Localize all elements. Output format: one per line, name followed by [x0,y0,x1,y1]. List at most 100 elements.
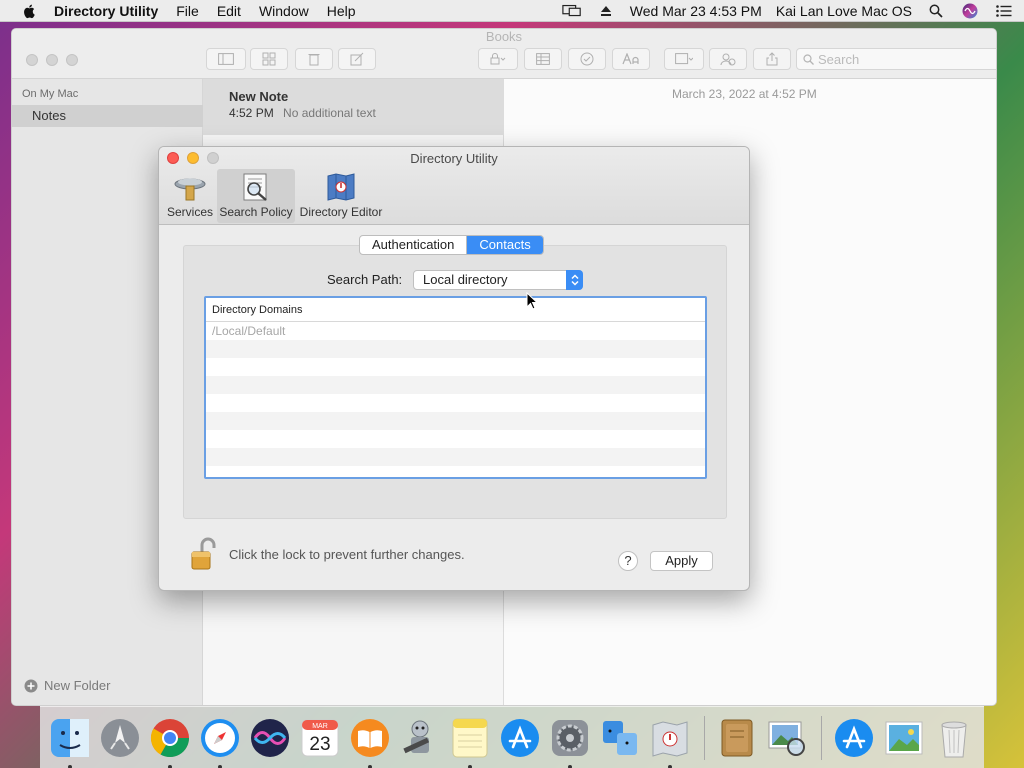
toolbar-directory-editor[interactable]: Directory Editor [297,169,385,223]
services-icon [174,178,206,201]
app-store-icon[interactable] [498,716,542,760]
notes-window-title: Books [485,29,523,44]
media-button[interactable] [664,48,704,70]
note-preview: No additional text [283,106,376,120]
checklist-button[interactable] [568,48,606,70]
trash-icon[interactable] [932,716,976,760]
search-path-value: Local directory [423,272,508,287]
share-button[interactable] [753,48,791,70]
system-preferences-icon[interactable] [548,716,592,768]
lock-message: Click the lock to prevent further change… [229,546,465,562]
sidebar-icon [218,53,234,65]
gallery-view-button[interactable] [250,48,288,70]
notes-icon[interactable] [448,716,492,768]
sidebar-section-header: On My Mac [22,88,79,100]
notes-minimize-button[interactable] [46,54,58,66]
table-row-empty [206,448,705,466]
du-content: Search Path: Local directory Directory D… [159,225,749,590]
format-button[interactable] [612,48,650,70]
new-folder-label: New Folder [44,678,111,693]
eject-icon[interactable] [596,3,616,19]
migration-assistant-icon[interactable] [598,716,642,760]
display-mirroring-icon[interactable] [562,3,582,19]
menu-window[interactable]: Window [259,3,309,19]
launchpad-icon[interactable] [98,716,142,760]
contacts-archive-icon[interactable] [715,716,759,760]
preview-icon[interactable] [765,716,809,760]
running-indicator [68,764,72,768]
unlocked-padlock-icon[interactable] [189,537,219,571]
safari-icon[interactable] [198,716,242,768]
calendar-icon[interactable]: MAR 23 [298,716,342,760]
search-path-popup[interactable]: Local directory [413,270,583,290]
toolbar-directory-editor-label: Directory Editor [299,205,383,219]
notes-zoom-button[interactable] [66,54,78,66]
table-row[interactable]: /Local/Default [206,322,705,340]
table-button[interactable] [524,48,562,70]
toolbar-services[interactable]: Services [165,169,215,223]
notification-center-icon[interactable] [994,3,1014,19]
menu-bar: Directory Utility File Edit Window Help … [0,0,1024,22]
trash-icon [308,54,320,66]
menu-edit[interactable]: Edit [217,3,241,19]
compose-button[interactable] [338,48,376,70]
directory-utility-icon[interactable] [648,716,692,768]
menu-file[interactable]: File [176,3,199,19]
apple-menu-icon[interactable] [20,3,40,19]
tab-contacts[interactable]: Contacts [466,236,543,254]
notes-search-field[interactable]: Search [796,48,996,70]
siri-dock-icon[interactable] [248,716,292,760]
siri-icon[interactable] [960,3,980,19]
table-row-empty [206,466,705,477]
new-folder-button[interactable]: New Folder [24,678,110,693]
running-indicator [168,764,172,768]
toolbar-search-policy[interactable]: Search Policy [217,169,295,223]
menu-help[interactable]: Help [327,3,356,19]
sidebar-toggle-button[interactable] [206,48,246,70]
spotlight-icon[interactable] [926,3,946,19]
calendar-day: 23 [309,734,330,755]
table-icon [536,53,550,65]
notes-toolbar: Books Search [12,29,996,79]
table-row-empty [206,376,705,394]
photos-icon[interactable] [882,716,926,760]
sidebar-item-notes[interactable]: Notes [12,105,203,127]
help-button[interactable]: ? [618,551,638,571]
du-window-title: Directory Utility [410,151,498,166]
app-menu[interactable]: Directory Utility [54,3,158,19]
table-row-empty [206,394,705,412]
directory-domains-table[interactable]: Directory Domains /Local/Default [204,296,707,479]
search-icon [803,53,814,65]
checklist-icon [580,52,594,66]
share-icon [766,52,778,66]
toolbar-search-policy-label: Search Policy [219,205,293,219]
lock-note-button[interactable] [478,48,518,70]
plus-circle-icon [24,679,38,692]
format-text-icon [622,53,639,65]
tab-authentication[interactable]: Authentication [360,236,466,254]
books-icon[interactable] [348,716,392,768]
finder-icon[interactable] [48,716,92,768]
note-date: March 23, 2022 at 4:52 PM [672,87,817,101]
user-menu[interactable]: Kai Lan Love Mac OS [776,3,912,19]
table-row-empty [206,340,705,358]
search-policy-panel: Search Path: Local directory Directory D… [183,245,727,519]
apply-button[interactable]: Apply [650,551,713,571]
delete-note-button[interactable] [295,48,333,70]
note-list-item[interactable]: New Note 4:52 PM No additional text [203,79,504,135]
mouse-cursor-icon [526,292,538,310]
app-store-folder-icon[interactable] [832,716,876,760]
automator-icon[interactable] [398,716,442,760]
add-people-button[interactable] [709,48,747,70]
table-header[interactable]: Directory Domains [206,298,705,322]
running-indicator [668,764,672,768]
tab-control: Authentication Contacts [359,235,544,255]
dock: MAR 23 [40,706,984,768]
lock-area: Click the lock to prevent further change… [189,537,465,571]
note-time: 4:52 PM [229,106,274,120]
photo-icon [675,53,693,65]
clock[interactable]: Wed Mar 23 4:53 PM [630,3,762,19]
notes-close-button[interactable] [26,54,38,66]
running-indicator [218,764,222,768]
chrome-icon[interactable] [148,716,192,768]
